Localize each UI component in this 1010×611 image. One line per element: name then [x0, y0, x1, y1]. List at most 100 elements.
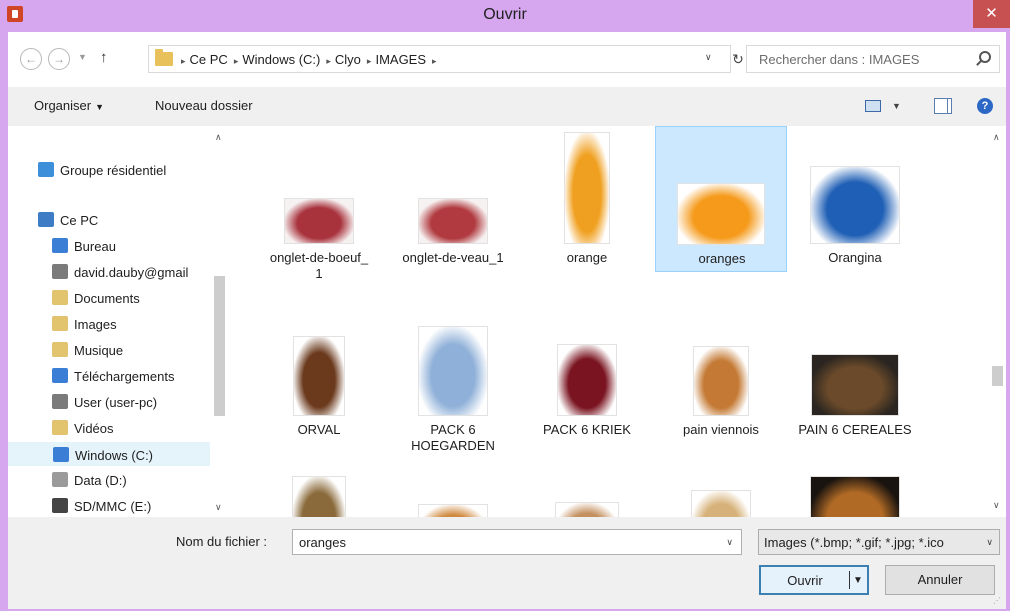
scroll-up-chevron-icon[interactable]: ∧ [993, 132, 1000, 143]
scroll-down-chevron-icon[interactable]: ∨ [215, 502, 222, 513]
file-thumbnail [555, 502, 619, 517]
breadcrumb-item[interactable]: IMAGES [375, 52, 426, 67]
address-bar[interactable]: ▸ Ce PC ▸ Windows (C:) ▸ Clyo ▸ IMAGES ▸ ∨ [148, 45, 731, 73]
nav-item[interactable]: Bureau [8, 234, 210, 258]
nav-item[interactable]: SD/MMC (E:) [8, 494, 210, 517]
nav-item-label: Bureau [74, 239, 116, 254]
filename-value[interactable]: oranges [299, 535, 346, 550]
nav-item[interactable]: Groupe résidentiel [8, 158, 210, 182]
documents-folder-icon [52, 290, 68, 305]
nav-item[interactable]: Data (D:) [8, 468, 210, 492]
nav-item-label: User (user-pc) [74, 395, 158, 410]
breadcrumb-separator-icon[interactable]: ▸ [432, 56, 437, 66]
search-placeholder: Rechercher dans : IMAGES [759, 52, 920, 67]
file-tile[interactable] [387, 470, 519, 517]
preview-pane-icon[interactable] [934, 98, 952, 114]
cancel-button[interactable]: Annuler [885, 565, 995, 595]
file-tile[interactable] [521, 470, 653, 517]
nav-item-label: Windows (C:) [75, 448, 154, 463]
new-folder-button[interactable]: Nouveau dossier [155, 98, 253, 113]
browser-body: Groupe résidentiel Ce PC Bureau david.dauby… [8, 126, 1006, 517]
open-options-chevron-icon[interactable]: ▼ [853, 567, 863, 595]
open-label: Ouvrir [787, 573, 823, 588]
nav-item[interactable]: Ce PC [8, 208, 210, 232]
nav-item-label: Musique [74, 343, 124, 358]
file-tile[interactable] [253, 470, 385, 517]
file-thumbnail [557, 344, 617, 416]
file-tile[interactable]: Orangina [789, 126, 921, 272]
organize-menu-button[interactable]: Organiser ▼ [34, 98, 104, 113]
help-icon[interactable]: ? [977, 98, 993, 114]
breadcrumb-separator-icon[interactable]: ▸ [367, 56, 372, 66]
file-thumbnail [418, 504, 488, 517]
organize-label: Organiser [34, 98, 92, 113]
file-thumbnail [810, 166, 900, 244]
view-mode-icon[interactable] [865, 100, 881, 112]
file-thumbnail [693, 346, 749, 416]
breadcrumb-item[interactable]: Ce PC [190, 52, 228, 67]
forward-button[interactable]: → [48, 48, 70, 70]
drive-d-icon [52, 472, 68, 487]
breadcrumb-separator-icon[interactable]: ▸ [234, 56, 239, 66]
window-title: Ouvrir [483, 6, 527, 23]
breadcrumb-item[interactable]: Clyo [335, 52, 361, 67]
file-tile[interactable]: PACK 6 KRIEK [521, 298, 653, 444]
view-mode-chevron-icon[interactable]: ▼ [892, 101, 901, 111]
nav-item[interactable]: Documents [8, 286, 210, 310]
nav-item[interactable]: Téléchargements [8, 364, 210, 388]
nav-item[interactable]: Images [8, 312, 210, 336]
recent-locations-chevron-icon[interactable]: ▼ [78, 52, 87, 62]
search-box[interactable]: Rechercher dans : IMAGES [746, 45, 1000, 73]
filename-combobox[interactable]: oranges ∨ [292, 529, 742, 555]
scroll-thumb[interactable] [992, 366, 1003, 386]
back-button[interactable]: ← [20, 48, 42, 70]
user-folder-icon [52, 264, 68, 279]
breadcrumb-item[interactable]: Windows (C:) [242, 52, 320, 67]
open-button[interactable]: Ouvrir ▼ [759, 565, 869, 595]
file-tile[interactable] [789, 470, 921, 517]
navigation-scrollbar[interactable]: ∧ ∨ [211, 126, 228, 517]
file-tile[interactable]: PACK 6 HOEGARDEN [387, 298, 519, 453]
nav-item[interactable]: david.dauby@gmail [8, 260, 210, 284]
up-folder-icon[interactable]: ↑ [100, 49, 108, 66]
file-tile[interactable]: ORVAL [253, 298, 385, 444]
nav-item[interactable]: User (user-pc) [8, 390, 210, 414]
desktop-folder-icon [52, 238, 68, 253]
file-list-pane[interactable]: onglet-de-boeuf_ 1 onglet-de-veau_1 orange… [229, 126, 989, 517]
file-tile[interactable]: onglet-de-boeuf_ 1 [253, 126, 385, 281]
filetype-value: Images (*.bmp; *.gif; *.jpg; *.ico [764, 535, 944, 550]
command-bar: Organiser ▼ Nouveau dossier ▼ ? [8, 88, 1006, 126]
nav-item-label: Images [74, 317, 117, 332]
file-list-scrollbar[interactable]: ∧ ∨ [989, 126, 1006, 517]
nav-item[interactable]: Windows (C:) [8, 442, 210, 466]
filetype-chevron-icon: ∨ [986, 537, 993, 547]
breadcrumb-separator-icon[interactable]: ▸ [326, 56, 331, 66]
navigation-pane[interactable]: Groupe résidentiel Ce PC Bureau david.dauby… [8, 126, 222, 517]
downloads-folder-icon [52, 368, 68, 383]
breadcrumb-separator-icon[interactable]: ▸ [181, 56, 186, 66]
filetype-select[interactable]: Images (*.bmp; *.gif; *.jpg; *.ico ∨ [758, 529, 1000, 555]
resize-grip-icon[interactable]: ⋰ [993, 596, 1003, 606]
close-button[interactable]: ✕ [973, 0, 1010, 28]
file-tile[interactable]: orange [521, 126, 653, 272]
title-bar[interactable]: Ouvrir ✕ [0, 0, 1010, 32]
filename-label: Nom du fichier : [176, 534, 268, 549]
nav-item[interactable]: Vidéos [8, 416, 210, 440]
address-dropdown-chevron-icon[interactable]: ∨ [705, 52, 712, 63]
file-tile[interactable]: oranges [655, 126, 787, 272]
nav-item-label: Ce PC [60, 213, 99, 228]
network-user-icon [52, 394, 68, 409]
file-tile[interactable]: PAIN 6 CEREALES [789, 298, 921, 444]
file-tile[interactable]: onglet-de-veau_1 [387, 126, 519, 272]
nav-item[interactable]: Musique [8, 338, 210, 362]
filename-dropdown-chevron-icon[interactable]: ∨ [726, 537, 733, 548]
file-tile[interactable] [655, 470, 787, 517]
scroll-down-chevron-icon[interactable]: ∨ [993, 500, 1000, 511]
pictures-folder-icon [52, 316, 68, 331]
open-split-divider [849, 571, 850, 589]
file-name: orange [566, 250, 608, 265]
scroll-thumb[interactable] [214, 276, 225, 416]
file-thumbnail [418, 198, 488, 244]
scroll-up-chevron-icon[interactable]: ∧ [215, 132, 222, 143]
file-tile[interactable]: pain viennois [655, 298, 787, 444]
